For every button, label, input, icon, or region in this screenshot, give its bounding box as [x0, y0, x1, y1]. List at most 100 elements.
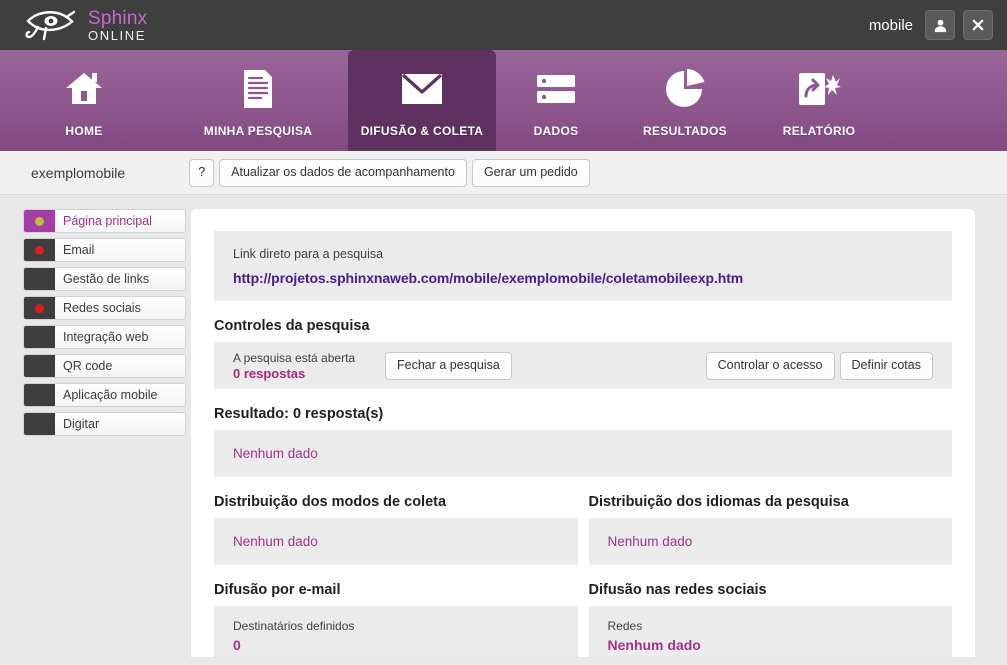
- eye-of-horus-icon: [24, 8, 78, 42]
- status-chip: [24, 384, 55, 406]
- control-access-button[interactable]: Controlar o acesso: [705, 351, 835, 380]
- collection-modes-panel: Nenhum dado: [214, 518, 578, 565]
- controls-section-title: Controles da pesquisa: [214, 318, 370, 334]
- survey-response-count: 0 respostas: [233, 366, 306, 382]
- survey-controls-panel: A pesquisa está aberta 0 respostas Fecha…: [214, 342, 952, 389]
- survey-status-text: A pesquisa está aberta: [233, 350, 356, 365]
- sidebar-item-digitar[interactable]: Digitar: [23, 412, 186, 436]
- sidebar-item-gestao-de-links[interactable]: Gestão de links: [23, 267, 186, 291]
- main-navigation: HOME MINHA PESQUISA DIFUSÃO & COLETA DAD…: [0, 50, 1007, 151]
- sidebar-item-label: Aplicação mobile: [63, 388, 158, 402]
- share-report-icon: [797, 66, 841, 112]
- nav-label: DIFUSÃO & COLETA: [360, 124, 484, 138]
- sidebar-item-redes-sociais[interactable]: Redes sociais: [23, 296, 186, 320]
- user-icon: [933, 18, 948, 33]
- breadcrumb-bar: exemplomobile ? Atualizar os dados de ac…: [0, 151, 1007, 195]
- breadcrumb-actions: ? Atualizar os dados de acompanhamento G…: [189, 158, 590, 187]
- email-diffusion-panel: Destinatários definidos 0: [214, 606, 578, 657]
- status-dot-icon: [35, 216, 44, 226]
- nav-item-difusao-coleta[interactable]: DIFUSÃO & COLETA: [348, 50, 496, 151]
- define-quotas-button[interactable]: Definir cotas: [839, 351, 933, 380]
- nav-label: MINHA PESQUISA: [203, 124, 313, 138]
- help-button[interactable]: ?: [189, 158, 215, 187]
- envelope-icon: [400, 66, 444, 112]
- status-chip: [24, 210, 55, 232]
- top-bar: Sphinx ONLINE mobile: [0, 0, 1007, 50]
- collection-modes-no-data-text: Nenhum dado: [233, 534, 318, 549]
- status-chip: [24, 413, 55, 435]
- social-diffusion-panel: Redes Nenhum dado: [588, 606, 952, 657]
- refresh-tracking-data-button[interactable]: Atualizar os dados de acompanhamento: [219, 158, 467, 187]
- generate-order-button[interactable]: Gerar um pedido: [471, 158, 590, 187]
- status-chip: [24, 355, 55, 377]
- brand-logo[interactable]: Sphinx ONLINE: [0, 8, 147, 42]
- sidebar-item-label: Gestão de links: [63, 272, 150, 286]
- logo-primary-text: Sphinx: [88, 7, 148, 29]
- nav-item-dados[interactable]: DADOS: [496, 50, 616, 151]
- collection-modes-column: Distribuição dos modos de coleta Nenhum …: [214, 477, 578, 565]
- nav-label: DADOS: [533, 124, 579, 138]
- nav-label: HOME: [65, 124, 103, 138]
- sidebar-item-email[interactable]: Email: [23, 238, 186, 262]
- networks-label: Redes: [607, 619, 643, 633]
- nav-label: RESULTADOS: [643, 124, 727, 138]
- nav-item-minha-pesquisa[interactable]: MINHA PESQUISA: [168, 50, 348, 151]
- user-name-label: mobile: [868, 16, 913, 34]
- main-content-panel: Link direto para a pesquisa http://proje…: [191, 209, 975, 657]
- result-section-title: Resultado: 0 resposta(s): [214, 406, 384, 422]
- status-dot-icon: [35, 245, 44, 255]
- survey-languages-column: Distribuição dos idiomas da pesquisa Nen…: [588, 477, 952, 565]
- distribution-columns: Distribuição dos modos de coleta Nenhum …: [214, 477, 952, 565]
- sidebar: Página principal Email Gestão de links R…: [0, 209, 191, 657]
- status-chip: [24, 239, 55, 261]
- document-lines-icon: [241, 66, 275, 112]
- sidebar-item-label: QR code: [63, 359, 113, 373]
- nav-label: RELATÓRIO: [782, 124, 856, 138]
- house-icon: [63, 66, 105, 112]
- social-diffusion-title: Difusão nas redes sociais: [588, 582, 767, 598]
- email-diffusion-column: Difusão por e-mail Destinatários definid…: [214, 565, 578, 657]
- status-dot-icon: [35, 420, 44, 429]
- sidebar-item-label: Digitar: [63, 417, 100, 431]
- database-rows-icon: [535, 66, 577, 112]
- account-button[interactable]: [925, 10, 955, 40]
- nav-item-resultados[interactable]: RESULTADOS: [616, 50, 754, 151]
- sidebar-item-label: Página principal: [63, 214, 152, 228]
- sidebar-item-qr-code[interactable]: QR code: [23, 354, 186, 378]
- status-dot-icon: [35, 333, 44, 342]
- nav-item-home[interactable]: HOME: [0, 50, 168, 151]
- status-dot-icon: [35, 391, 44, 400]
- page-title: exemplomobile: [31, 164, 126, 181]
- direct-link-label: Link direto para a pesquisa: [233, 247, 384, 261]
- sidebar-item-integracao-web[interactable]: Integração web: [23, 325, 186, 349]
- close-survey-button[interactable]: Fechar a pesquisa: [385, 351, 512, 380]
- direct-link-url[interactable]: http://projetos.sphinxnaweb.com/mobile/e…: [233, 270, 933, 286]
- survey-status: A pesquisa está aberta 0 respostas: [233, 350, 385, 381]
- close-button[interactable]: [963, 10, 993, 40]
- sidebar-item-label: Email: [63, 243, 95, 257]
- status-dot-icon: [35, 303, 44, 313]
- sidebar-item-aplicacao-mobile[interactable]: Aplicação mobile: [23, 383, 186, 407]
- close-icon: [971, 18, 985, 32]
- sidebar-item-label: Redes sociais: [63, 301, 141, 315]
- status-chip: [24, 297, 55, 319]
- survey-languages-panel: Nenhum dado: [588, 518, 952, 565]
- networks-value: Nenhum dado: [607, 637, 701, 654]
- survey-languages-no-data-text: Nenhum dado: [607, 534, 693, 549]
- sidebar-item-pagina-principal[interactable]: Página principal: [23, 209, 186, 233]
- status-dot-icon: [35, 362, 44, 371]
- email-diffusion-title: Difusão por e-mail: [214, 582, 341, 598]
- body-area: Página principal Email Gestão de links R…: [0, 195, 1007, 657]
- direct-link-panel: Link direto para a pesquisa http://proje…: [214, 231, 952, 301]
- status-dot-icon: [35, 275, 44, 284]
- result-no-data-text: Nenhum dado: [233, 446, 318, 461]
- collection-modes-title: Distribuição dos modos de coleta: [214, 494, 447, 510]
- sidebar-item-label: Integração web: [63, 330, 149, 344]
- nav-item-relatorio[interactable]: RELATÓRIO: [754, 50, 884, 151]
- survey-languages-title: Distribuição dos idiomas da pesquisa: [588, 494, 849, 510]
- pie-chart-icon: [664, 66, 706, 112]
- social-diffusion-column: Difusão nas redes sociais Redes Nenhum d…: [588, 565, 952, 657]
- diffusion-columns: Difusão por e-mail Destinatários definid…: [214, 565, 952, 657]
- recipients-value: 0: [233, 637, 241, 654]
- result-panel: Nenhum dado: [214, 430, 952, 477]
